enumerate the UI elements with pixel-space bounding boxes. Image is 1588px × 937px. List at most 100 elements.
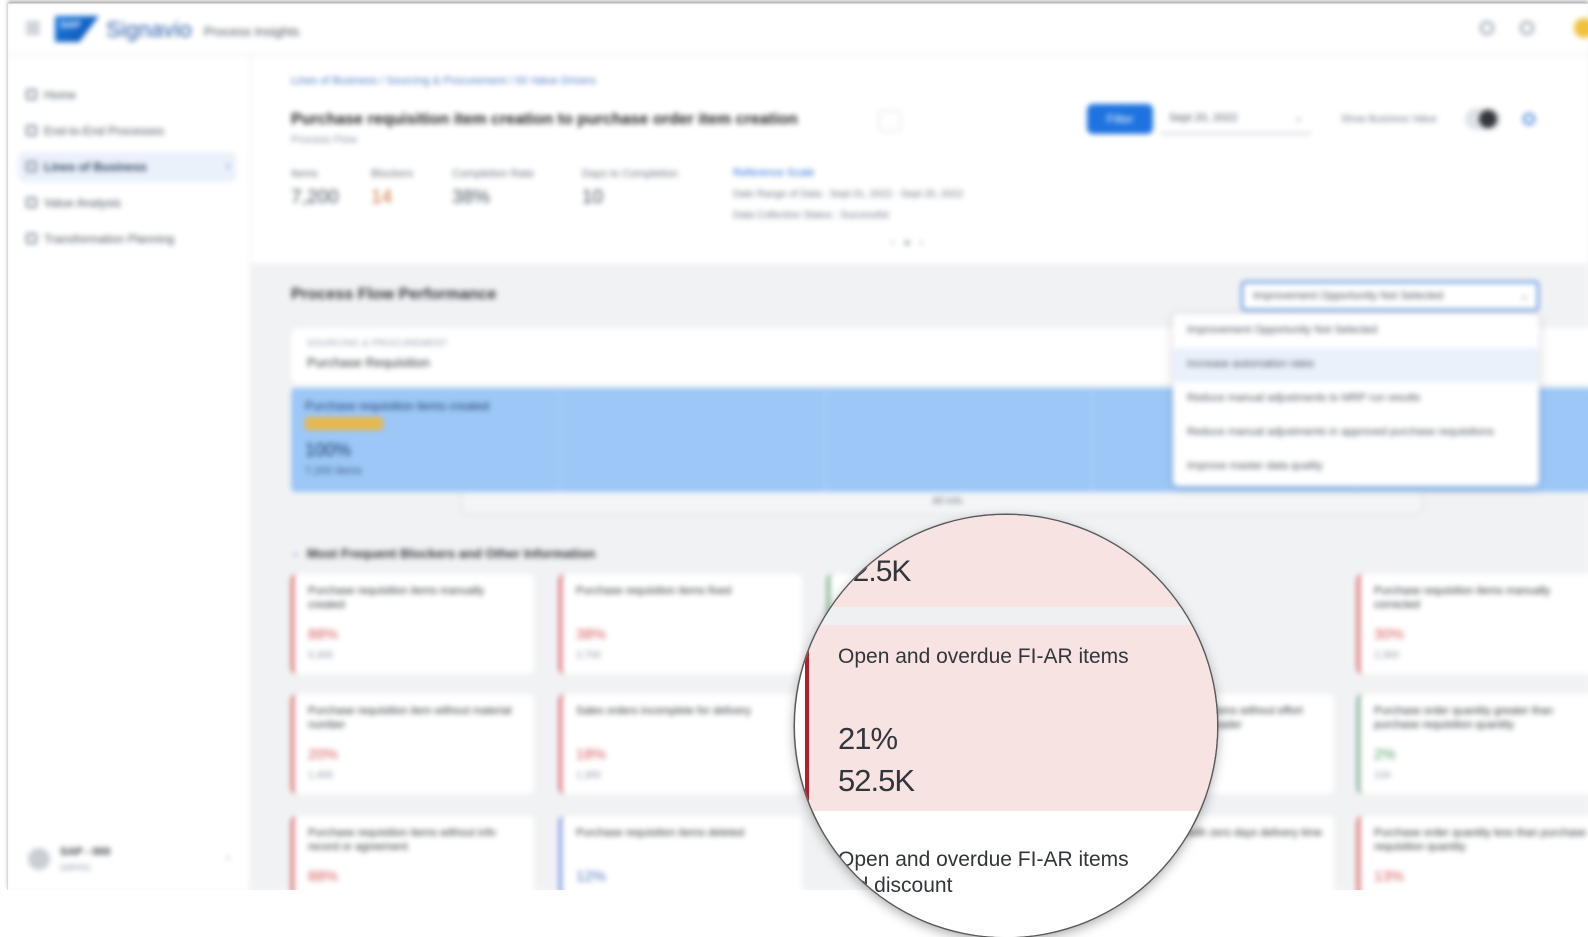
card-title: Sales orders incomplete for delivery xyxy=(576,705,751,717)
step-category: SOURCING & PROCUREMENT xyxy=(307,338,449,348)
user-menu[interactable]: SAP - 000 (admin) › xyxy=(18,840,236,880)
flow-divider xyxy=(825,388,826,492)
card-percentage: 20% xyxy=(308,746,339,763)
flow-divider xyxy=(559,388,560,492)
card-title: Purchase order quantity greater than pur… xyxy=(1374,705,1554,731)
card-percentage: 18% xyxy=(576,746,607,763)
business-value-toggle[interactable] xyxy=(1465,108,1501,130)
chevron-down-icon[interactable]: ⌄ xyxy=(291,546,300,559)
dropdown-option[interactable]: Reduce manual adjustments in approved pu… xyxy=(1173,416,1539,450)
kpi-label: Completion Rate xyxy=(452,168,534,180)
sidebar-item-home[interactable]: Home xyxy=(18,80,236,110)
card-percentage: 2% xyxy=(1374,746,1396,763)
magnified-card-top: 52.5K xyxy=(795,515,1217,607)
kpi-value: 10 xyxy=(582,187,604,208)
chart-icon xyxy=(26,197,37,208)
shell-bar: SAP Signavio Process Insights xyxy=(8,4,1588,55)
dropdown-option[interactable]: Improve master data quality xyxy=(1173,450,1539,484)
magnified-top-value: 52.5K xyxy=(837,555,911,588)
sidebar-item-value-analysis[interactable]: Value Analysis xyxy=(18,188,236,218)
magnified-card-count: 52.5K xyxy=(838,763,915,798)
next-title-line: red discount xyxy=(838,874,953,897)
magnified-next-card[interactable]: Open and overdue FI-AR items red discoun… xyxy=(795,827,1217,937)
blocker-card[interactable]: Purchase requisition items without info … xyxy=(291,816,534,890)
option-label: Increase automation rates xyxy=(1187,358,1315,370)
flow-divider xyxy=(1091,388,1092,492)
transformation-icon xyxy=(26,233,37,244)
card-title: Purchase requisition items without info … xyxy=(308,827,496,853)
magnified-blocker-card[interactable]: Open and overdue FI-AR items 21% 52.5K xyxy=(805,625,1217,811)
process-icon xyxy=(26,125,37,136)
sidebar-item-label: End-to-End Processes xyxy=(44,124,165,138)
product-name: Process Insights xyxy=(204,24,300,39)
blocker-card[interactable]: Purchase requisition items deleted 12% xyxy=(559,816,802,890)
magnified-gap xyxy=(795,607,1217,625)
blocker-card[interactable]: Purchase requisition item without materi… xyxy=(291,694,534,794)
sap-logo: SAP xyxy=(55,16,99,42)
card-percentage: 30% xyxy=(1374,626,1405,643)
notification-icon[interactable] xyxy=(1480,21,1494,35)
dropdown-option[interactable]: Reduce manual adjustments to MRP run res… xyxy=(1173,382,1539,416)
home-icon xyxy=(26,89,37,100)
date-value: Sept 20, 2022 xyxy=(1169,112,1238,124)
menu-icon[interactable] xyxy=(26,22,40,34)
filter-button[interactable]: Filter xyxy=(1087,104,1153,134)
flow-step-name: Purchase requisition items created xyxy=(305,399,490,413)
user-role: (admin) xyxy=(60,862,91,872)
bottom-strip xyxy=(0,890,1588,903)
magnified-next-card-title: Open and overdue FI-AR items red discoun… xyxy=(838,847,1129,899)
sidebar-item-label: Value Analysis xyxy=(44,196,122,210)
sidebar-item-label: Transformation Planning xyxy=(44,232,175,246)
kpi-items: Items 7,200 xyxy=(291,168,339,209)
flow-badge xyxy=(305,417,383,430)
sidebar-item-transformation[interactable]: Transformation Planning xyxy=(18,224,236,254)
kpi-value: 38% xyxy=(452,187,491,208)
card-title: Purchase requisition items manually crea… xyxy=(308,585,485,611)
kpi-label: Days to Completion xyxy=(582,168,678,180)
date-range: Date Range of Data : Sept 01, 2022 - Sep… xyxy=(733,189,964,200)
user-avatar[interactable] xyxy=(1574,18,1588,38)
chevron-down-icon: ⌄ xyxy=(1293,112,1303,124)
help-icon[interactable] xyxy=(1520,21,1534,35)
blocker-card[interactable]: Purchase requisition items fixed 38% 2,7… xyxy=(559,574,802,674)
dropdown-option[interactable]: Increase automation rates xyxy=(1173,348,1539,382)
card-count: 2,700 xyxy=(576,650,602,661)
option-label: Reduce manual adjustments in approved pu… xyxy=(1187,426,1494,438)
breadcrumb[interactable]: Lines of Business / Sourcing & Procureme… xyxy=(291,75,596,87)
card-title: Purchase requisition items deleted xyxy=(576,827,745,839)
sidebar-item-end-to-end[interactable]: End-to-End Processes xyxy=(18,116,236,146)
chevron-right-icon: › xyxy=(226,159,230,173)
card-percentage: 88% xyxy=(308,868,339,885)
sidebar-item-lines-of-business[interactable]: Lines of Business › xyxy=(18,152,236,182)
card-title: Purchase requisition items manually corr… xyxy=(1374,585,1551,611)
card-count: 2,300 xyxy=(1374,650,1400,661)
pager[interactable]: ‹ ● › xyxy=(891,237,923,249)
magnifier-lens: 52.5K Open and overdue FI-AR items 21% 5… xyxy=(795,515,1217,937)
kpi-value: 7,200 xyxy=(291,187,339,208)
reference-scale-link[interactable]: Reference Scale xyxy=(733,167,814,179)
card-count: 6,300 xyxy=(308,650,334,661)
magnified-card-title: Open and overdue FI-AR items xyxy=(838,645,1129,668)
date-select[interactable]: Sept 20, 2022 ⌄ xyxy=(1161,105,1311,134)
brand-name: Signavio xyxy=(106,17,192,42)
kpi-label: Blockers xyxy=(371,168,414,180)
improvement-select[interactable]: Improvement Opportunity Not Selected ⌄ xyxy=(1241,281,1539,311)
blocker-card[interactable]: Purchase order quantity greater than pur… xyxy=(1357,694,1588,794)
kpi-days: Days to Completion 10 xyxy=(582,168,678,209)
info-button[interactable] xyxy=(879,110,901,132)
sidebar-item-label: Home xyxy=(44,88,77,102)
kpi-blockers: Blockers 14 xyxy=(371,168,413,209)
blocker-card[interactable]: Purchase requisition items manually corr… xyxy=(1357,574,1588,674)
flow-tab[interactable]: All Info xyxy=(461,492,1423,515)
flow-tab-label: All Info xyxy=(932,496,963,507)
blocker-card[interactable]: Purchase order quantity less than purcha… xyxy=(1357,816,1588,890)
card-percentage: 38% xyxy=(576,626,607,643)
blocker-card[interactable]: Purchase requisition items manually crea… xyxy=(291,574,534,674)
card-title: Purchase requisition items fixed xyxy=(576,585,732,597)
dropdown-option[interactable]: Improvement Opportunity Not Selected xyxy=(1173,314,1539,348)
blocker-card[interactable]: Sales orders incomplete for delivery 18%… xyxy=(559,694,802,794)
option-label: Improve master data quality xyxy=(1187,460,1323,472)
settings-icon[interactable] xyxy=(1523,113,1535,125)
step-name: Purchase Requisition xyxy=(307,355,430,370)
card-title: Purchase order quantity less than purcha… xyxy=(1374,827,1587,853)
